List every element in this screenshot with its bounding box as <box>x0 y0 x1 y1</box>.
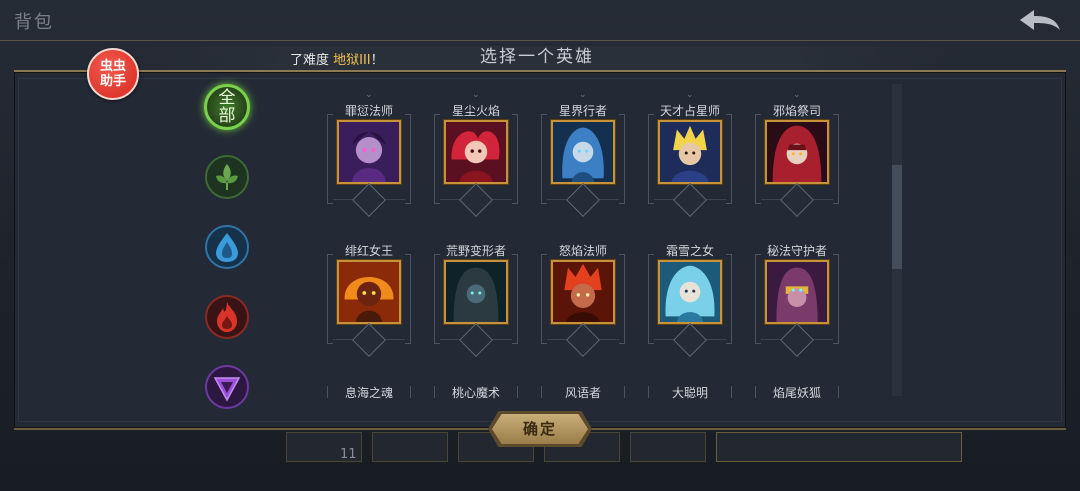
chevron-down-icon: ⌄ <box>686 90 694 100</box>
hero-portrait <box>658 120 722 184</box>
helper-badge-line1: 虫虫 <box>99 59 126 74</box>
filter-arcane-button[interactable] <box>204 364 250 410</box>
flame-icon <box>205 295 249 339</box>
hero-name: 星尘火焰 <box>451 104 500 118</box>
confirm-button[interactable]: 确定 <box>492 414 588 444</box>
bag-title: 背包 <box>14 12 54 33</box>
difficulty-prefix: 了难度 <box>290 53 334 68</box>
hero-portrait <box>444 120 508 184</box>
hero-name: 怒焰法师 <box>558 244 607 258</box>
hero-portrait <box>337 260 401 324</box>
background-slot <box>372 432 448 462</box>
hero-name[interactable]: 息海之魂 <box>327 384 411 401</box>
hero-name: 星界行者 <box>558 104 607 118</box>
chevron-down-icon: ⌄ <box>579 90 587 100</box>
background-slot <box>716 432 962 462</box>
hero-card[interactable]: 荒野变形者 <box>434 242 518 357</box>
filter-all-button[interactable]: 全部 <box>204 84 250 130</box>
hero-name: 荒野变形者 <box>445 244 506 258</box>
hero-card[interactable]: 怒焰法师 <box>541 242 625 357</box>
hero-name: 罪愆法师 <box>344 104 393 118</box>
hero-card[interactable]: ⌄ 罪愆法师 <box>327 90 411 217</box>
chevron-down-icon: ⌄ <box>793 90 801 100</box>
difficulty-suffix: ！ <box>370 53 384 68</box>
hero-portrait <box>765 120 829 184</box>
leaf-icon <box>205 155 249 199</box>
hero-name: 秘法守护者 <box>766 244 827 258</box>
hero-portrait <box>337 120 401 184</box>
chevron-down-icon: ⌄ <box>365 90 373 100</box>
hero-portrait <box>551 260 615 324</box>
chevron-down-icon: ⌄ <box>472 90 480 100</box>
hero-list-scrollbar-thumb[interactable] <box>892 165 902 269</box>
helper-badge[interactable]: 虫虫 助手 <box>87 48 139 100</box>
hero-name[interactable]: 桃心魔术 <box>434 384 518 401</box>
helper-badge-line2: 助手 <box>99 74 126 89</box>
background-slot <box>630 432 706 462</box>
hero-card[interactable]: ⌄ 星尘火焰 <box>434 90 518 217</box>
filter-water-button[interactable] <box>204 224 250 270</box>
hero-card[interactable]: ⌄ 邪焰祭司 <box>755 90 839 217</box>
hero-portrait <box>658 260 722 324</box>
hero-portrait <box>765 260 829 324</box>
filter-fire-button[interactable] <box>204 294 250 340</box>
hero-name[interactable]: 风语者 <box>541 384 625 401</box>
hero-name: 霜雪之女 <box>665 244 714 258</box>
difficulty-value: 地狱III <box>333 53 371 68</box>
difficulty-text: 了难度 地狱III！ <box>290 49 384 68</box>
hero-portrait <box>551 120 615 184</box>
hero-name: 绯红女王 <box>344 244 393 258</box>
background-divider <box>0 40 1080 41</box>
filter-nature-button[interactable] <box>204 154 250 200</box>
hero-portrait <box>444 260 508 324</box>
water-drop-icon <box>205 225 249 269</box>
hero-name[interactable]: 焰尾妖狐 <box>755 384 839 401</box>
hero-name[interactable]: 大聪明 <box>648 384 732 401</box>
triangle-rune-icon <box>205 365 249 409</box>
slot-count: 11 <box>340 447 357 462</box>
hero-name: 邪焰祭司 <box>772 104 821 118</box>
hero-card[interactable]: 霜雪之女 <box>648 242 732 357</box>
hero-card[interactable]: ⌄ 天才占星师 <box>648 90 732 217</box>
hero-card[interactable]: ⌄ 星界行者 <box>541 90 625 217</box>
hero-card[interactable]: 绯红女王 <box>327 242 411 357</box>
hero-name: 天才占星师 <box>659 104 720 118</box>
filter-all-label: 全部 <box>218 88 236 126</box>
modal-title: 选择一个英雄 <box>480 47 594 67</box>
hero-select-panel <box>14 70 1066 430</box>
back-arrow-icon[interactable] <box>1016 6 1064 36</box>
hero-card[interactable]: 秘法守护者 <box>755 242 839 357</box>
